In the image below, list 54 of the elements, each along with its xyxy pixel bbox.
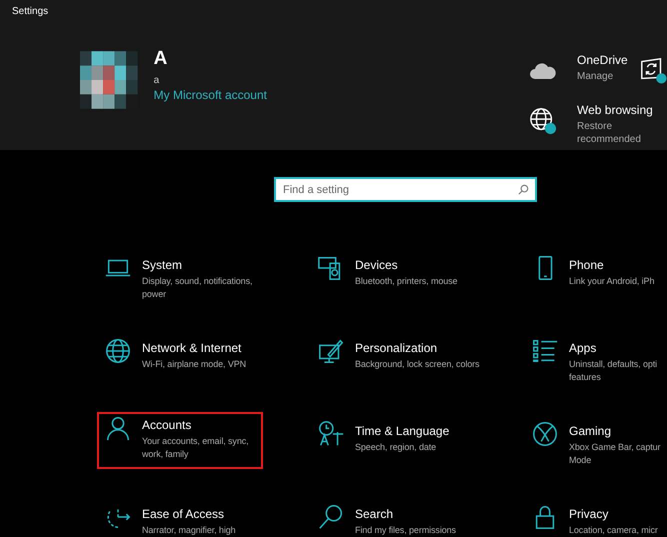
- globe-icon: [104, 337, 132, 365]
- category-title: Apps: [569, 341, 598, 355]
- category-description: Speech, region, date: [355, 441, 438, 454]
- category-description: Uninstall, defaults, opti features: [569, 358, 658, 384]
- list-icon: [531, 337, 559, 365]
- quick-link-subtitle: Restore recommended: [577, 120, 642, 146]
- category-title: Phone: [569, 258, 605, 272]
- search-field[interactable]: Find a setting: [274, 177, 537, 202]
- quick-link-title[interactable]: Web browsing: [577, 103, 653, 117]
- category-item[interactable]: Ease of Access Narrator, magnifier, high: [97, 499, 310, 537]
- category-title: Network & Internet: [142, 341, 242, 355]
- quick-link-subtitle: Manage: [577, 70, 614, 83]
- category-description: Bluetooth, printers, mouse: [355, 275, 458, 288]
- category-description: Your accounts, email, sync, work, family: [142, 435, 249, 461]
- category-item[interactable]: Phone Link your Android, iPh: [524, 250, 667, 333]
- clock-letters-icon: [317, 420, 345, 448]
- category-description: Narrator, magnifier, high: [142, 524, 236, 537]
- category-description: Background, lock screen, colors: [355, 358, 480, 371]
- account-name: A: [154, 48, 168, 70]
- category-item[interactable]: Time & Language Speech, region, date: [310, 416, 524, 499]
- category-description: Xbox Game Bar, captur Mode: [569, 441, 660, 467]
- category-item[interactable]: Gaming Xbox Game Bar, captur Mode: [524, 416, 667, 499]
- category-item[interactable]: Devices Bluetooth, printers, mouse: [310, 250, 524, 333]
- category-item[interactable]: System Display, sound, notifications, power: [97, 250, 310, 333]
- category-item[interactable]: Accounts Your accounts, email, sync, work, family: [97, 412, 263, 469]
- category-title: Time & Language: [355, 424, 450, 438]
- account-email: a: [154, 75, 160, 86]
- category-title: System: [142, 258, 184, 272]
- category-title: Accounts: [142, 418, 192, 432]
- globe-icon[interactable]: [529, 107, 557, 135]
- category-description: Link your Android, iPh: [569, 275, 654, 288]
- category-description: Display, sound, notifications, power: [142, 275, 252, 301]
- category-title: Gaming: [569, 424, 612, 438]
- window-title: Settings: [12, 6, 50, 17]
- xbox-icon: [531, 420, 559, 448]
- category-item[interactable]: Search Find my files, permissions: [310, 499, 524, 537]
- monitor-brush-icon: [317, 337, 345, 365]
- search-icon[interactable]: [518, 184, 529, 195]
- search-icon: [317, 503, 345, 531]
- category-title: Personalization: [355, 341, 438, 355]
- category-title: Search: [355, 507, 394, 521]
- category-item[interactable]: Personalization Background, lock screen, colors: [310, 333, 524, 416]
- category-item[interactable]: Privacy Location, camera, micr: [524, 499, 667, 537]
- category-description: Location, camera, micr: [569, 524, 658, 537]
- category-title: Privacy: [569, 507, 610, 521]
- category-description: Find my files, permissions: [355, 524, 456, 537]
- quick-link-title[interactable]: OneDrive: [577, 53, 628, 67]
- category-title: Ease of Access: [142, 507, 226, 521]
- category-item[interactable]: Apps Uninstall, defaults, opti features: [524, 333, 667, 416]
- category-title: Devices: [355, 258, 399, 272]
- category-description: Wi-Fi, airplane mode, VPN: [142, 358, 246, 371]
- account-link[interactable]: My Microsoft account: [154, 88, 267, 102]
- person-icon: [104, 414, 132, 442]
- sync-icon[interactable]: [639, 56, 667, 84]
